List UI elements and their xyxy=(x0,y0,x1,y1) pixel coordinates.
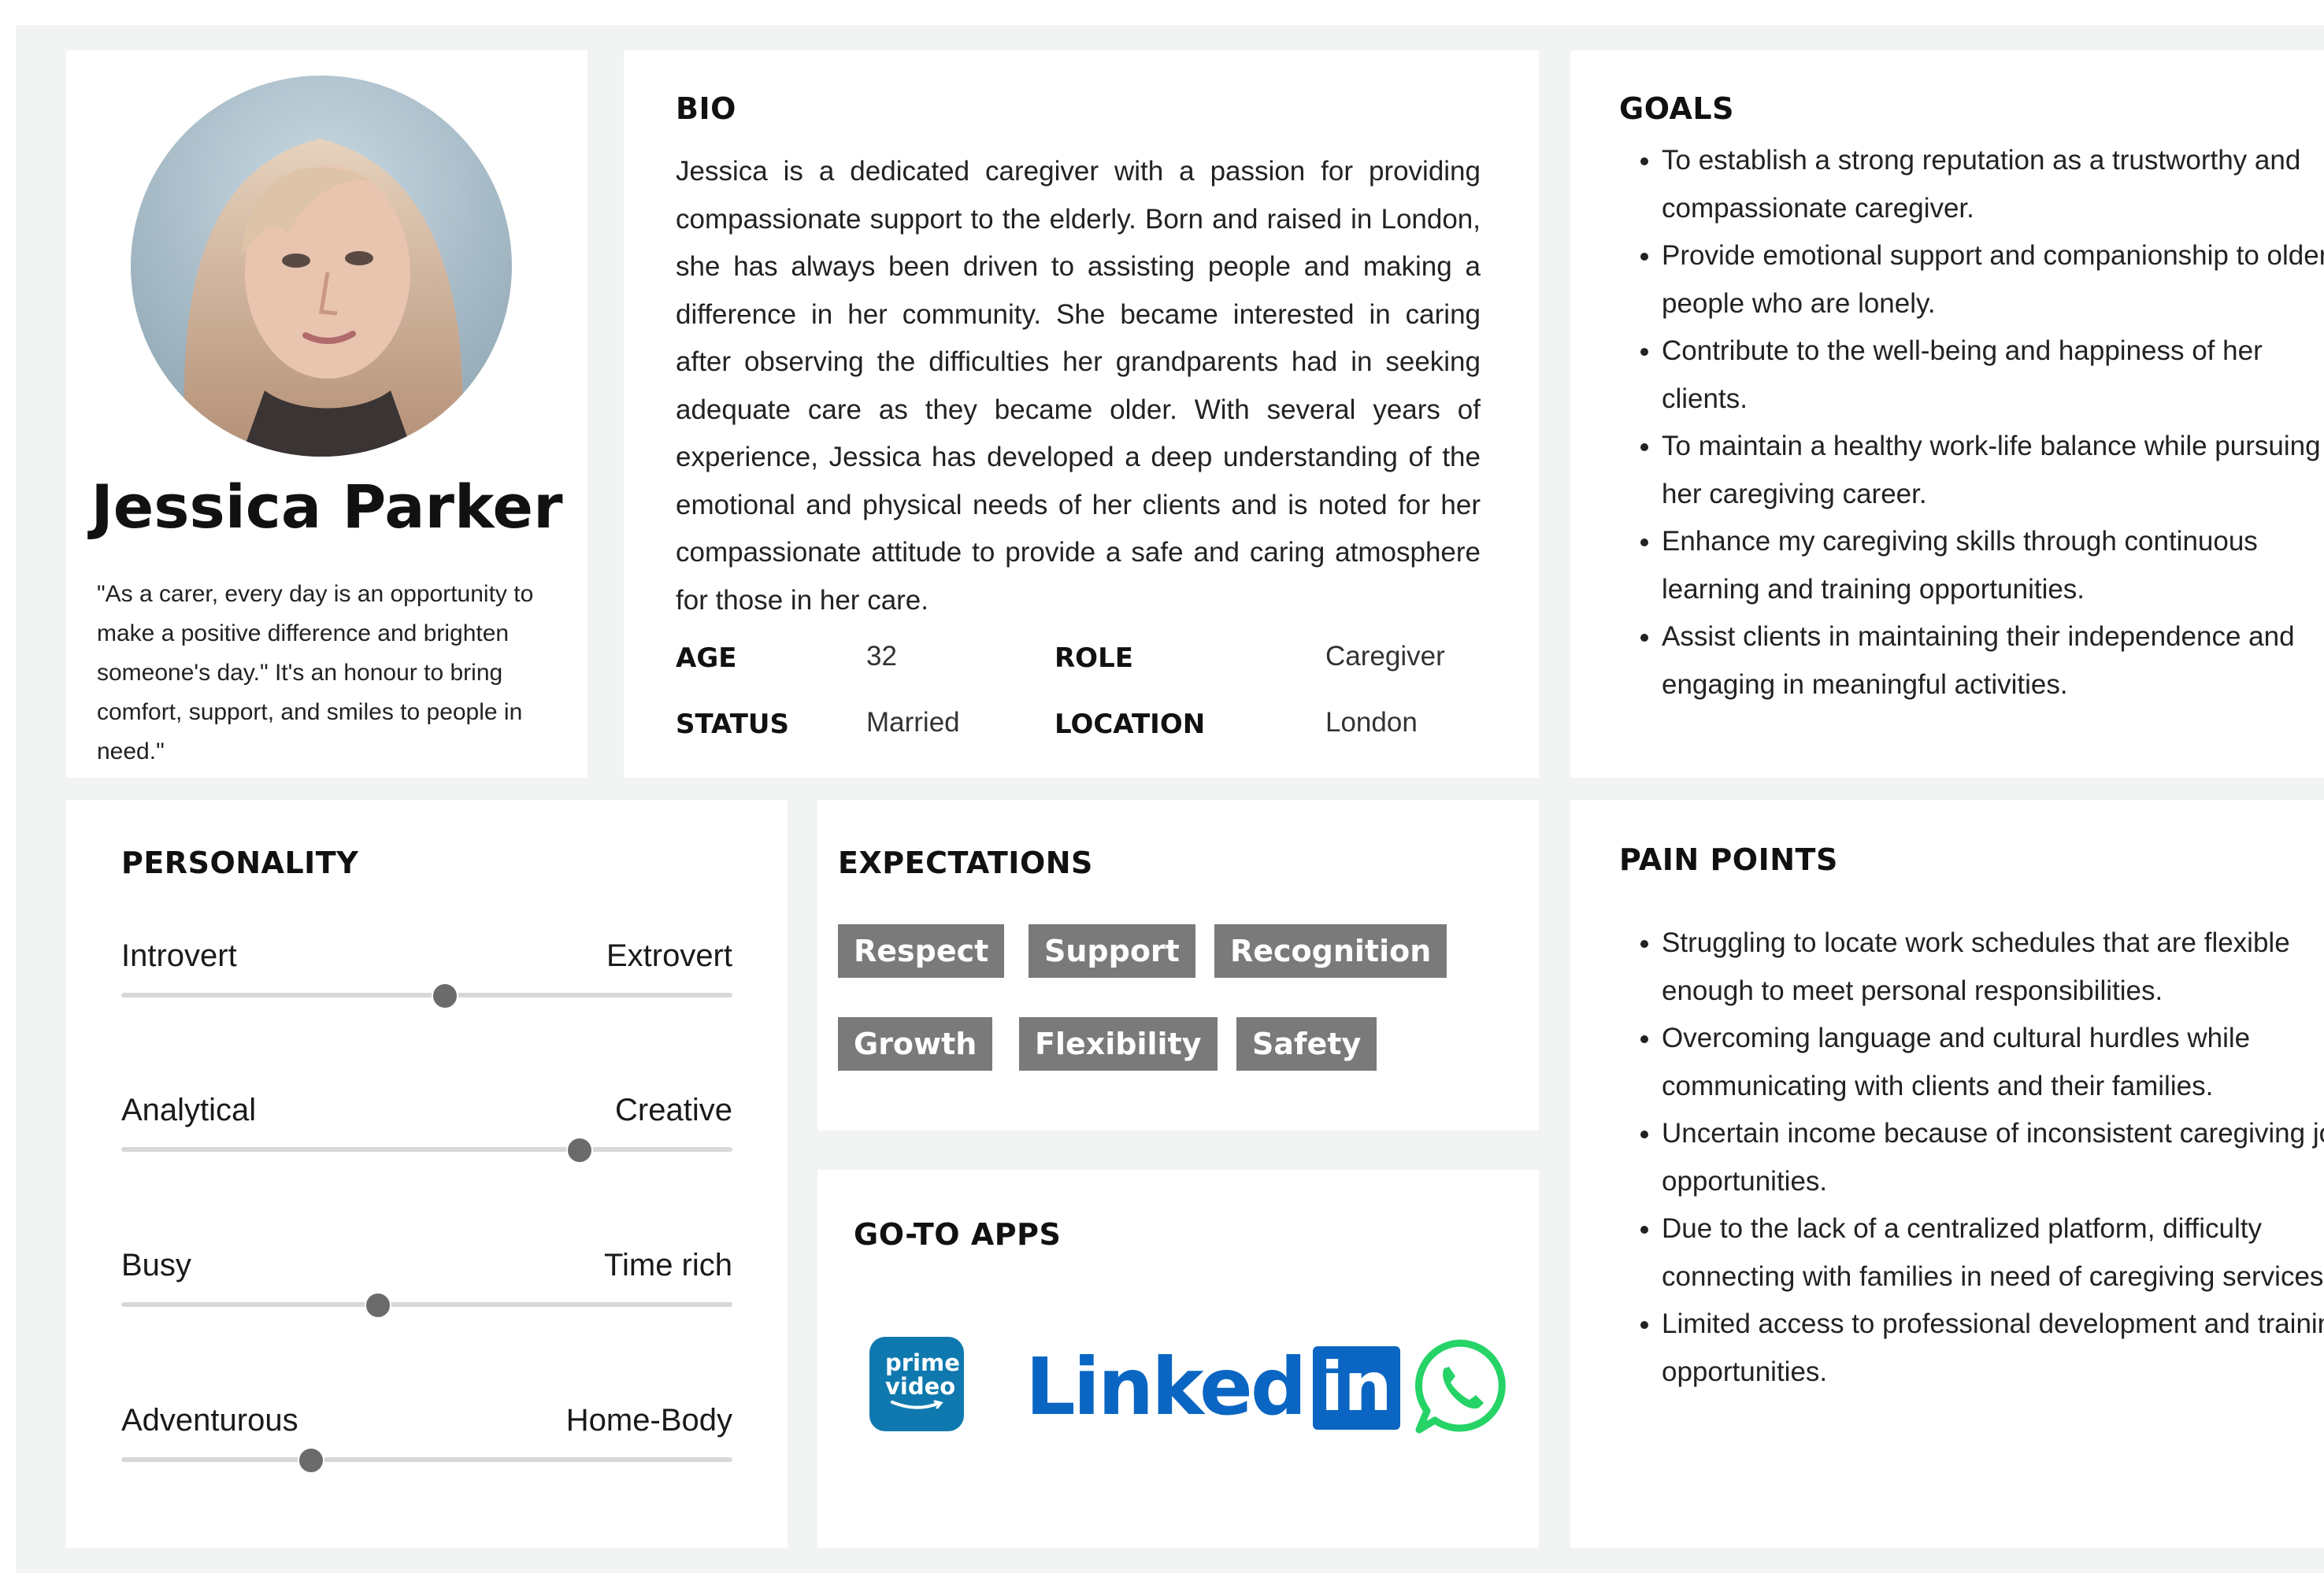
pain-point-item: Overcoming language and cultural hurdles… xyxy=(1662,1015,2324,1110)
expectation-tag: Support xyxy=(1029,924,1195,978)
trait-left-label: Analytical xyxy=(121,1093,257,1127)
trait-analytical-creative: Analytical Creative xyxy=(121,1093,732,1164)
trait-left-label: Adventurous xyxy=(121,1403,298,1438)
pain-point-item: Due to the lack of a centralized platfor… xyxy=(1662,1205,2324,1301)
pain-point-item: Uncertain income because of inconsistent… xyxy=(1662,1110,2324,1205)
whatsapp-icon[interactable] xyxy=(1413,1338,1507,1436)
goal-item: To maintain a healthy work-life balance … xyxy=(1662,423,2324,518)
expectation-tag: Respect xyxy=(838,924,1005,978)
slider-knob[interactable] xyxy=(566,1137,593,1164)
expectation-tag: Flexibility xyxy=(1019,1017,1218,1071)
persona-name: Jessica Parker xyxy=(91,472,563,542)
slider-track xyxy=(121,1302,732,1307)
pain-points-heading: PAIN POINTS xyxy=(1619,842,1838,877)
avatar xyxy=(131,76,512,457)
trait-introvert-extrovert: Introvert Extrovert xyxy=(121,938,732,1009)
slider-track xyxy=(121,993,732,997)
trait-right-label: Extrovert xyxy=(606,938,732,973)
apps-card: GO-TO APPS prime video Linked in xyxy=(817,1170,1539,1548)
bio-card: BIO Jessica is a dedicated caregiver wit… xyxy=(624,50,1539,778)
age-value: 32 xyxy=(866,641,897,672)
pain-points-list: Struggling to locate work schedules that… xyxy=(1619,920,2324,1396)
prime-video-icon[interactable]: prime video xyxy=(869,1337,964,1431)
slider-track xyxy=(121,1147,732,1152)
goals-heading: GOALS xyxy=(1619,91,1734,126)
location-label: LOCATION xyxy=(1055,709,1206,740)
goal-item: Assist clients in maintaining their inde… xyxy=(1662,613,2324,709)
profile-card: Jessica Parker "As a carer, every day is… xyxy=(66,50,587,778)
linkedin-box: in xyxy=(1312,1346,1400,1430)
expectations-card: EXPECTATIONS Respect Support Recognition… xyxy=(817,800,1539,1131)
linkedin-icon[interactable]: Linked in xyxy=(1025,1343,1400,1431)
prime-video-label: prime video xyxy=(885,1349,960,1400)
linkedin-wordmark: Linked xyxy=(1025,1341,1307,1433)
personality-card: PERSONALITY Introvert Extrovert Analytic… xyxy=(66,800,788,1548)
expectation-tag: Recognition xyxy=(1214,924,1447,978)
goal-item: Contribute to the well-being and happine… xyxy=(1662,328,2324,423)
goal-item: Provide emotional support and companions… xyxy=(1662,232,2324,328)
pain-point-item: Limited access to professional developme… xyxy=(1662,1301,2324,1396)
goals-list: To establish a strong reputation as a tr… xyxy=(1619,137,2324,709)
slider-knob[interactable] xyxy=(432,983,459,1009)
trait-adventurous-home-body: Adventurous Home-Body xyxy=(121,1403,732,1474)
expectations-heading: EXPECTATIONS xyxy=(838,846,1093,880)
trait-right-label: Home-Body xyxy=(565,1403,732,1438)
pain-points-card: PAIN POINTS Struggling to locate work sc… xyxy=(1570,800,2324,1548)
trait-left-label: Introvert xyxy=(121,938,237,973)
role-label: ROLE xyxy=(1055,642,1133,674)
apps-heading: GO-TO APPS xyxy=(854,1217,1062,1252)
goals-card: GOALS To establish a strong reputation a… xyxy=(1570,50,2324,778)
status-label: STATUS xyxy=(676,709,790,740)
persona-quote: "As a carer, every day is an opportunity… xyxy=(97,581,534,764)
role-value: Caregiver xyxy=(1325,641,1445,672)
trait-busy-time-rich: Busy Time rich xyxy=(121,1248,732,1319)
trait-left-label: Busy xyxy=(121,1248,191,1282)
trait-right-label: Creative xyxy=(615,1093,732,1127)
goal-item: To establish a strong reputation as a tr… xyxy=(1662,137,2324,232)
trait-right-label: Time rich xyxy=(604,1248,732,1282)
location-value: London xyxy=(1325,707,1418,738)
bio-heading: BIO xyxy=(676,91,736,126)
slider-knob[interactable] xyxy=(297,1447,324,1474)
slider-knob[interactable] xyxy=(364,1292,391,1319)
personality-heading: PERSONALITY xyxy=(121,846,359,880)
slider-track xyxy=(121,1457,732,1462)
goal-item: Enhance my caregiving skills through con… xyxy=(1662,518,2324,613)
age-label: AGE xyxy=(676,642,737,674)
expectation-tag: Growth xyxy=(838,1017,993,1071)
expectation-tag: Safety xyxy=(1236,1017,1377,1071)
pain-point-item: Struggling to locate work schedules that… xyxy=(1662,920,2324,1015)
bio-text: Jessica is a dedicated caregiver with a … xyxy=(676,156,1481,616)
status-value: Married xyxy=(866,707,960,738)
